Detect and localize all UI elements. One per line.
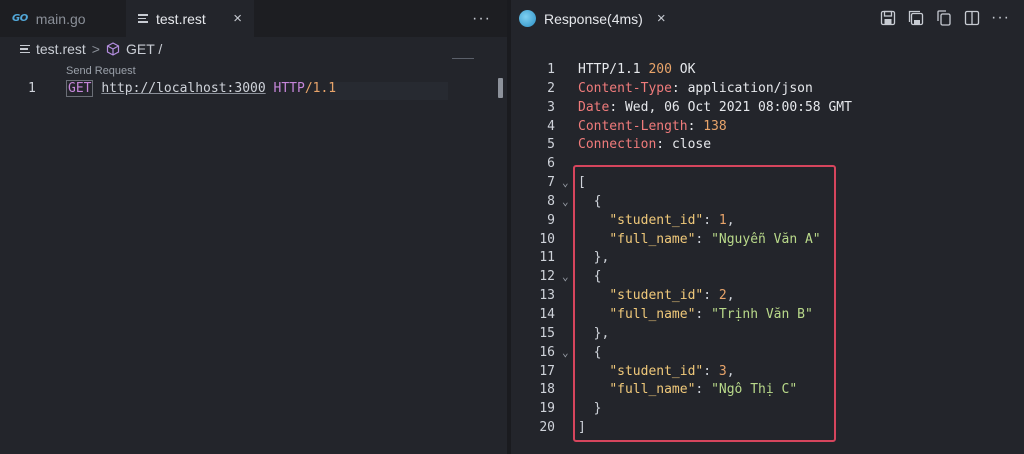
http-method: GET (66, 80, 94, 97)
request-url[interactable]: http://localhost:3000 (101, 81, 265, 96)
breadcrumb: test.rest > GET / (20, 39, 162, 59)
more-actions-icon[interactable]: ··· (991, 9, 1010, 27)
rest-file-icon (20, 44, 30, 54)
close-icon[interactable]: × (233, 10, 242, 27)
line-number: 20 (539, 420, 555, 436)
http-version: /1.1 (304, 81, 337, 96)
line-number: 15 (539, 325, 555, 341)
line-number: 16 (539, 344, 555, 360)
current-line-highlight (330, 82, 448, 100)
header-value: Wed, 06 Oct 2021 08:00:58 GMT (624, 99, 852, 115)
line-number: 10 (539, 231, 555, 247)
tab-main-go[interactable]: GO main.go (0, 0, 126, 37)
fold-chevron-icon[interactable]: ⌄ (562, 174, 572, 193)
save-body-icon[interactable] (907, 9, 925, 27)
scrollbar-thumb[interactable] (498, 78, 503, 98)
go-icon: GO (12, 13, 28, 24)
header-key: Date (578, 99, 610, 115)
line-number: 19 (539, 401, 555, 417)
tab-test-rest[interactable]: test.rest × (126, 0, 254, 37)
header-value: application/json (687, 80, 813, 96)
line-number: 5 (547, 137, 555, 153)
http-protocol: HTTP (273, 81, 305, 96)
status-text: OK (679, 62, 696, 77)
header-key: Content-Type (578, 80, 672, 96)
request-line[interactable]: GET http://localhost:3000 HTTP/1.1 (66, 80, 337, 97)
send-request-link[interactable]: Send Request (66, 65, 136, 77)
tab-label: test.rest (156, 10, 206, 27)
header-key: Content-Length (578, 118, 688, 134)
fold-chevron-icon[interactable]: ⌄ (562, 344, 572, 363)
line-number: 3 (547, 99, 555, 115)
rest-client-icon (519, 10, 536, 27)
close-icon[interactable]: × (657, 10, 666, 27)
more-actions-icon[interactable]: ··· (472, 0, 507, 37)
line-number: 11 (539, 250, 555, 266)
symbol-cube-icon (106, 42, 120, 56)
header-value: 138 (703, 118, 727, 134)
line-number: 13 (539, 288, 555, 304)
tab-response[interactable]: Response(4ms) × (511, 0, 671, 37)
fold-chevron-icon[interactable]: ⌄ (562, 193, 572, 212)
tab-label: Response(4ms) (544, 10, 643, 27)
request-editor: GO main.go test.rest × ··· test.rest > G… (0, 0, 507, 454)
chevron-right-icon: > (91, 41, 100, 57)
editor-actions: ··· (879, 9, 1010, 27)
breadcrumb-symbol[interactable]: GET / (126, 41, 162, 57)
line-number: 4 (547, 118, 555, 134)
breadcrumb-file[interactable]: test.rest (36, 41, 86, 57)
split-editor-icon[interactable] (963, 9, 981, 27)
line-number: 8 (547, 193, 555, 209)
tab-label: main.go (35, 10, 86, 27)
rest-file-icon (138, 14, 148, 23)
minimap[interactable] (452, 58, 474, 59)
status-http: HTTP/1.1 (578, 62, 641, 77)
line-number: 17 (539, 363, 555, 379)
json-highlight-box (573, 165, 836, 442)
line-number: 7 (547, 175, 555, 191)
line-number: 9 (547, 212, 555, 228)
header-key: Connection (578, 137, 657, 153)
line-number: 1 (28, 81, 36, 96)
header-value: close (671, 137, 712, 153)
save-icon[interactable] (879, 9, 897, 27)
editor-tabbar: GO main.go test.rest × ··· (0, 0, 507, 37)
line-number: 2 (547, 80, 555, 96)
line-number: 12 (539, 269, 555, 285)
line-number: 14 (539, 306, 555, 322)
line-number: 6 (547, 156, 555, 172)
status-code: 200 (648, 62, 672, 77)
line-number: 18 (539, 382, 555, 398)
line-number: 1 (547, 62, 555, 77)
fold-chevron-icon[interactable]: ⌄ (562, 268, 572, 287)
copy-icon[interactable] (935, 9, 953, 27)
